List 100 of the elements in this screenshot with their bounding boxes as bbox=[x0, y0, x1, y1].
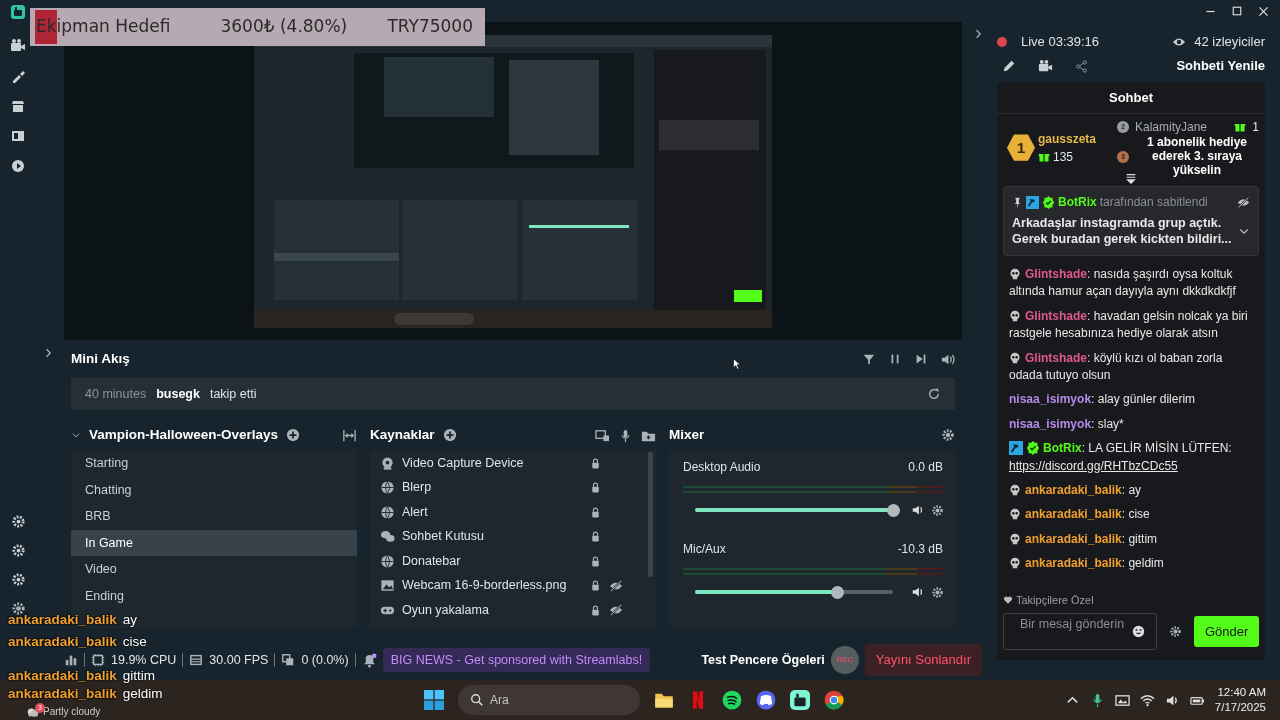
overlay-message: gittim bbox=[122, 668, 156, 684]
settings-icon[interactable] bbox=[941, 428, 955, 442]
scene-item[interactable]: Starting bbox=[71, 450, 357, 477]
chat-message: Glintshade: nasıda şaşırdı oysa koltuk altında hamur açan dayıyla aynı dkkdkdkfjf bbox=[1009, 266, 1237, 301]
lock-icon[interactable] bbox=[589, 603, 602, 617]
emoji-icon[interactable] bbox=[1132, 625, 1145, 638]
pin-icon bbox=[1012, 196, 1023, 208]
add-icon[interactable] bbox=[286, 428, 301, 442]
store-icon[interactable] bbox=[10, 98, 26, 114]
skull-icon bbox=[1009, 508, 1021, 521]
play-icon[interactable] bbox=[10, 158, 26, 174]
expand-icon[interactable] bbox=[1124, 172, 1138, 186]
moderator-badge-icon bbox=[1009, 441, 1023, 456]
scene-item[interactable]: Video bbox=[71, 556, 357, 583]
settings-icon[interactable] bbox=[10, 543, 26, 558]
overlay-message: ay bbox=[122, 612, 138, 628]
news-banner[interactable]: BIG NEWS - Get sponsored with Streamlabs! bbox=[382, 648, 651, 672]
close-icon[interactable] bbox=[1257, 4, 1270, 18]
scene-item[interactable]: Chatting bbox=[71, 476, 357, 504]
chat-message: nisaa_isimyok: slay* bbox=[1009, 415, 1125, 433]
channel-name: Desktop Audio bbox=[683, 459, 761, 476]
fit-icon[interactable] bbox=[342, 427, 357, 443]
edit-icon[interactable] bbox=[1002, 59, 1016, 73]
leader-name: KalamityJane bbox=[1135, 119, 1209, 136]
clock-time[interactable]: 12:40 AM bbox=[1214, 685, 1266, 700]
collapse-icon[interactable] bbox=[71, 430, 81, 440]
settings-icon[interactable] bbox=[931, 585, 944, 599]
hidden-icon[interactable] bbox=[609, 578, 623, 593]
lock-icon[interactable] bbox=[589, 554, 602, 568]
chat-message: Glintshade: havadan gelsin nolcak ya biri rastgele hesabınıza hediye olarak atsın bbox=[1009, 307, 1249, 343]
search-field[interactable]: Ara bbox=[458, 685, 640, 715]
settings-icon[interactable] bbox=[1169, 625, 1182, 638]
lock-icon[interactable] bbox=[589, 530, 602, 544]
chat-app-icon[interactable] bbox=[756, 690, 776, 710]
hidden-icon[interactable] bbox=[609, 603, 623, 618]
pinned-note: tarafından sabitlendi bbox=[1099, 194, 1208, 211]
chat-message: nisaa_isimyok: alay günler dilerim bbox=[1009, 391, 1197, 409]
test-widgets-link[interactable]: Test Pencere Ögeleri bbox=[701, 653, 825, 667]
lock-icon[interactable] bbox=[589, 456, 602, 470]
skip-icon[interactable] bbox=[914, 352, 928, 366]
end-stream-button[interactable]: Yayını Sonlandır bbox=[864, 644, 982, 676]
volume-icon[interactable] bbox=[911, 503, 925, 517]
display-icon[interactable] bbox=[595, 427, 610, 443]
lock-icon[interactable] bbox=[589, 505, 602, 519]
leaderboard-invite: 1 abonelik hediye ederek 3. sıraya yükselin bbox=[1145, 136, 1248, 178]
source-item[interactable]: Blerp bbox=[370, 475, 645, 500]
refresh-chat-link[interactable]: Sohbeti Yenile bbox=[1176, 56, 1265, 76]
source-item[interactable]: Video Capture Device bbox=[370, 451, 645, 476]
display-icon[interactable] bbox=[1114, 692, 1130, 708]
verified-badge-icon bbox=[1026, 441, 1040, 456]
lock-icon[interactable] bbox=[589, 579, 602, 593]
stats-icon[interactable] bbox=[64, 653, 78, 667]
start-icon[interactable] bbox=[424, 690, 444, 710]
source-item[interactable]: Oyun yakalama bbox=[370, 598, 645, 623]
rank-badge: 1 bbox=[1007, 133, 1035, 162]
filter-icon[interactable] bbox=[862, 352, 876, 366]
image-icon bbox=[380, 578, 395, 594]
brush-icon[interactable] bbox=[10, 68, 26, 84]
source-item[interactable]: Webcam 16-9-borderless.png bbox=[370, 573, 645, 598]
streaming-app-icon[interactable] bbox=[790, 690, 810, 710]
camera-icon[interactable] bbox=[1038, 58, 1053, 74]
music-app-icon[interactable] bbox=[722, 690, 742, 710]
source-item[interactable]: Sohbet Kutusu bbox=[370, 524, 645, 549]
goal-amount: 3600₺ (4.80%) bbox=[220, 15, 348, 39]
clock-date[interactable]: 7/17/2025 bbox=[1214, 700, 1266, 715]
settings-icon[interactable] bbox=[10, 601, 26, 616]
overlay-username: ankaradaki_balik bbox=[8, 668, 117, 684]
add-icon[interactable] bbox=[442, 428, 457, 442]
settings-icon[interactable] bbox=[931, 503, 944, 517]
camera-icon[interactable] bbox=[10, 38, 26, 54]
send-button[interactable]: Gönder bbox=[1194, 615, 1260, 648]
chat-message: ankaradaki_balik: gittim bbox=[1009, 530, 1257, 549]
skull-icon bbox=[1009, 309, 1021, 322]
gift-icon bbox=[1234, 121, 1247, 133]
volume-icon[interactable] bbox=[911, 585, 925, 599]
overlay-username: ankaradaki_balik bbox=[8, 686, 117, 702]
chat-link[interactable]: https://discord.gg/RHTbzCDc55 bbox=[1009, 458, 1178, 473]
gift-count: 1 bbox=[1252, 119, 1259, 136]
event-user: busegk bbox=[156, 385, 200, 403]
scene-collection-title[interactable]: Vampion-Halloween-Overlays bbox=[89, 424, 279, 446]
unpin-icon[interactable] bbox=[1237, 195, 1250, 209]
share-icon[interactable] bbox=[1075, 59, 1088, 73]
message-field[interactable]: Bir mesaj gönderin bbox=[1003, 613, 1157, 650]
refresh-icon[interactable] bbox=[927, 387, 941, 401]
wifi-icon[interactable] bbox=[1139, 692, 1155, 708]
moderator-badge-icon bbox=[1026, 195, 1039, 209]
settings-icon[interactable] bbox=[10, 514, 26, 529]
browser-icon[interactable] bbox=[824, 690, 844, 710]
source-item[interactable]: Donatebar bbox=[370, 549, 645, 574]
chat-message: ankaradaki_balik: cise bbox=[1009, 506, 1257, 524]
source-item[interactable]: Alert bbox=[370, 500, 645, 525]
scene-item[interactable]: Ending bbox=[71, 582, 357, 610]
scene-item[interactable]: In Game bbox=[71, 529, 357, 557]
lock-icon[interactable] bbox=[589, 481, 602, 495]
settings-icon[interactable] bbox=[10, 572, 26, 587]
overlay-message: cise bbox=[122, 634, 147, 650]
layout-icon[interactable] bbox=[10, 128, 26, 144]
maximize-icon[interactable] bbox=[1231, 5, 1243, 17]
leader-name: gausszeta bbox=[1038, 130, 1097, 148]
scene-item[interactable]: BRB bbox=[71, 503, 357, 530]
